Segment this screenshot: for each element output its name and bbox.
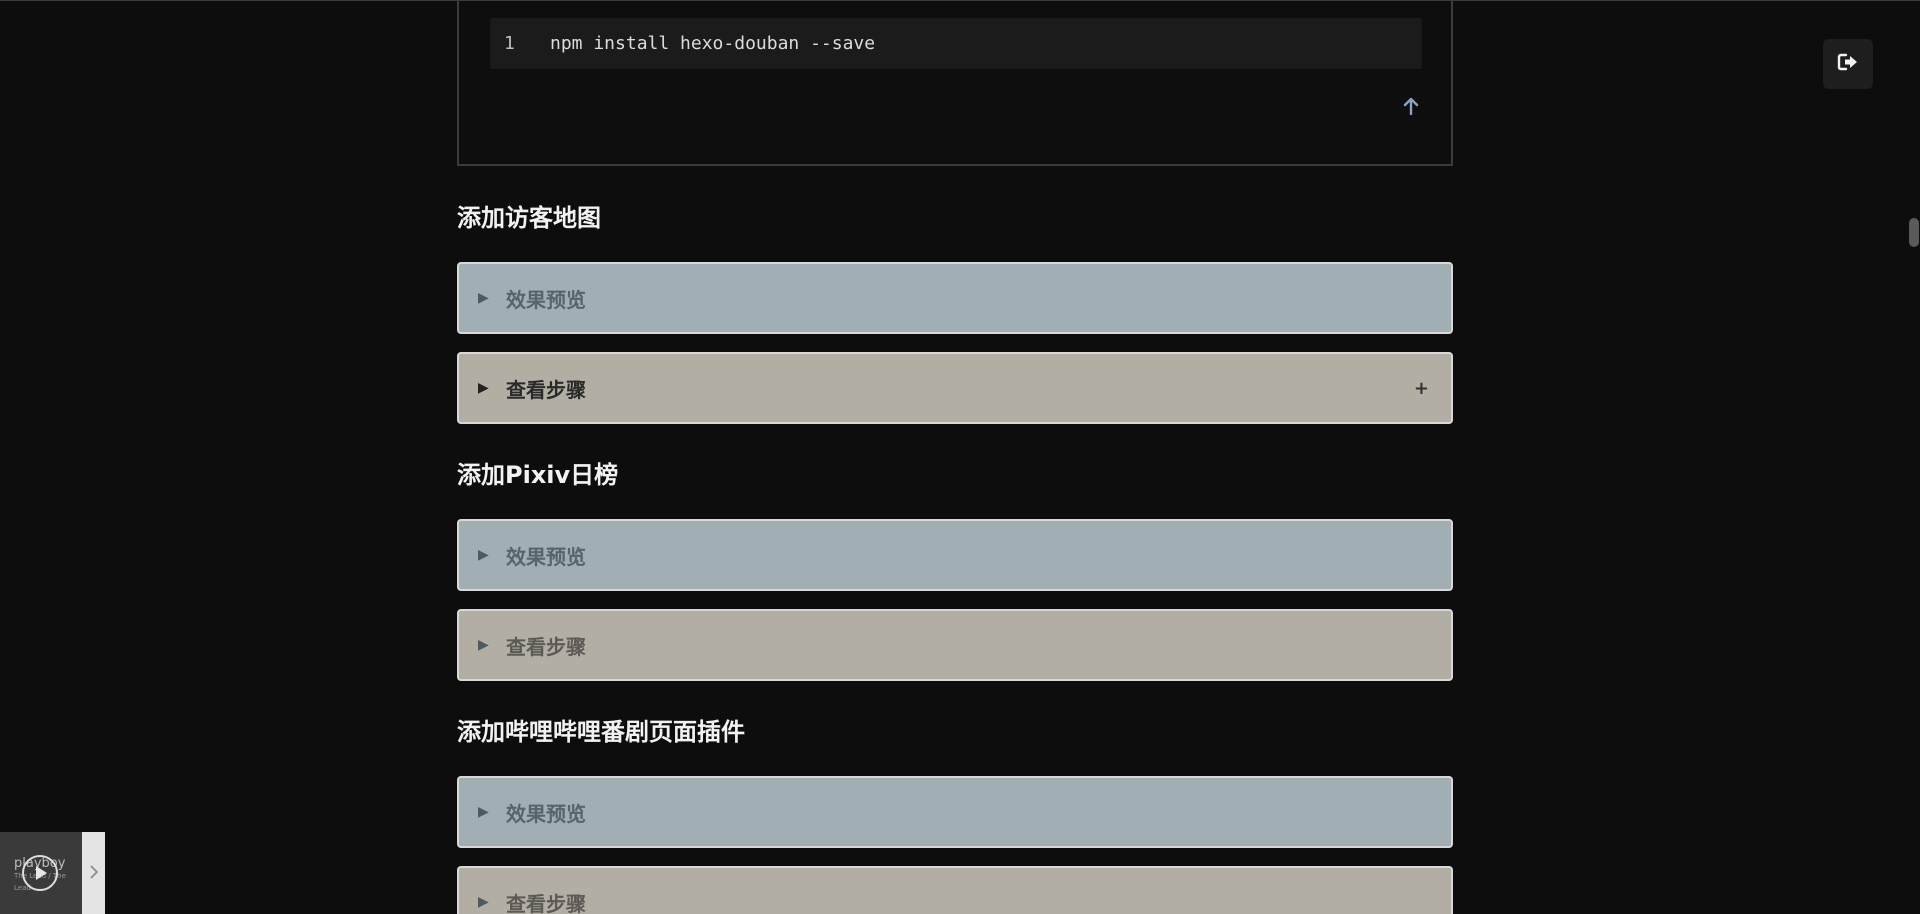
- fold-preview-pixiv[interactable]: ▶ 效果预览: [457, 519, 1453, 591]
- line-number: 1: [504, 33, 515, 54]
- music-player[interactable]: playboy The Lead / The Lead: [0, 832, 82, 914]
- fold-steps-bilibili[interactable]: ▶ 查看步骤: [457, 866, 1453, 914]
- fold-label: 查看步骤: [506, 377, 586, 402]
- fold-steps-pixiv[interactable]: ▶ 查看步骤: [457, 609, 1453, 681]
- code-line[interactable]: 1 npm install hexo-douban --save: [490, 18, 1422, 69]
- fold-preview-bilibili[interactable]: ▶ 效果预览: [457, 776, 1453, 848]
- sign-out-icon: [1837, 52, 1859, 76]
- section-title-pixiv: 添加Pixiv日榜: [457, 461, 619, 489]
- fold-steps-visitor-map[interactable]: ▶ 查看步骤 +: [457, 352, 1453, 424]
- fold-label: 效果预览: [506, 544, 586, 569]
- section-title-visitor-map: 添加访客地图: [457, 204, 601, 232]
- fold-preview-visitor-map[interactable]: ▶ 效果预览: [457, 262, 1453, 334]
- fold-label: 效果预览: [506, 287, 586, 312]
- fold-label: 效果预览: [506, 801, 586, 826]
- chevron-right-icon: [89, 864, 99, 884]
- section-title-bilibili: 添加哔哩哔哩番剧页面插件: [457, 718, 745, 746]
- code-block: 1 npm install hexo-douban --save: [457, 1, 1453, 166]
- triangle-right-icon: ▶: [478, 894, 489, 910]
- scrollbar-thumb[interactable]: [1909, 218, 1919, 247]
- triangle-right-icon: ▶: [478, 804, 489, 820]
- triangle-right-icon: ▶: [478, 637, 489, 653]
- triangle-right-icon: ▶: [478, 380, 489, 396]
- plus-icon[interactable]: +: [1414, 378, 1429, 399]
- triangle-right-icon: ▶: [478, 547, 489, 563]
- player-toggle-button[interactable]: [82, 832, 105, 914]
- play-button[interactable]: [22, 855, 58, 891]
- triangle-right-icon: ▶: [478, 290, 489, 306]
- code-text[interactable]: npm install hexo-douban --save: [534, 33, 875, 54]
- play-icon: [36, 866, 47, 880]
- arrow-up-icon[interactable]: [1402, 97, 1420, 119]
- fold-label: 查看步骤: [506, 634, 586, 659]
- sign-out-button[interactable]: [1823, 39, 1873, 89]
- fold-label: 查看步骤: [506, 891, 586, 914]
- page: 1 npm install hexo-douban --save 添加访客地图 …: [0, 0, 1920, 914]
